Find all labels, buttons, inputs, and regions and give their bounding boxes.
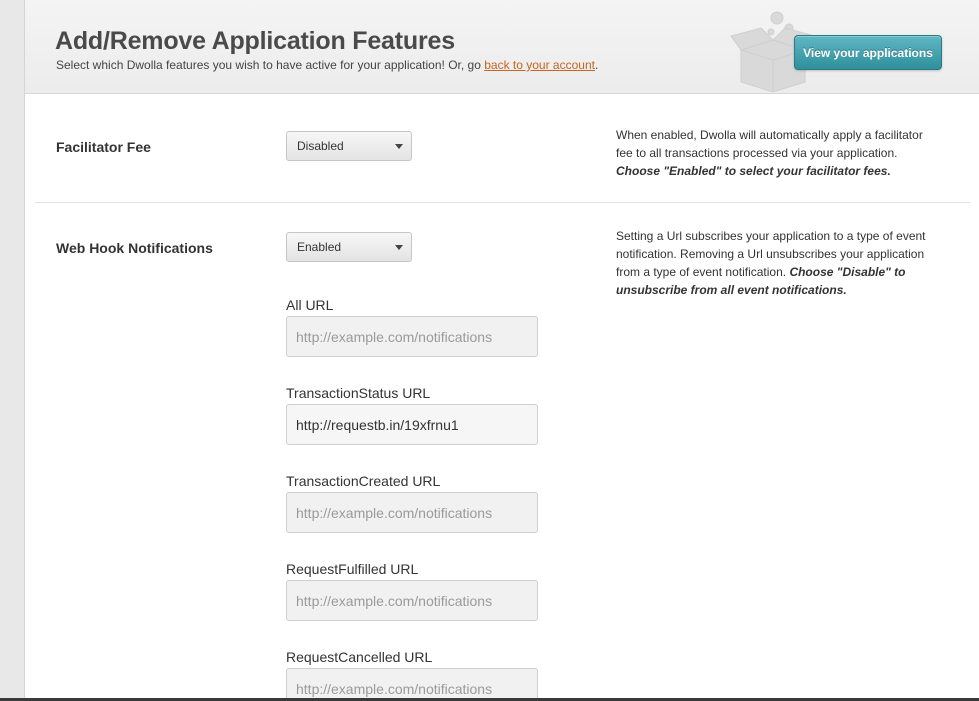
facilitator-desc-emphasis: Choose "Enabled" to select your facilita… (616, 164, 891, 178)
caret-down-icon (395, 245, 403, 250)
webhook-select-value: Enabled (297, 240, 342, 254)
transaction-created-url-label: TransactionCreated URL (286, 473, 441, 489)
all-url-input[interactable] (286, 316, 538, 357)
request-cancelled-url-label: RequestCancelled URL (286, 649, 433, 665)
row-divider (35, 202, 971, 203)
view-applications-button[interactable]: View your applications (794, 35, 942, 70)
page-subtitle: Select which Dwolla features you wish to… (56, 58, 598, 72)
facilitator-desc-text: When enabled, Dwolla will automatically … (616, 128, 923, 160)
page-header: Add/Remove Application Features Select w… (25, 0, 979, 94)
back-to-account-link[interactable]: back to your account (484, 58, 595, 72)
transaction-status-url-label: TransactionStatus URL (286, 385, 431, 401)
subtitle-end: . (594, 58, 599, 72)
webhook-notifications-select[interactable]: Enabled (286, 232, 412, 262)
request-fulfilled-url-label: RequestFulfilled URL (286, 561, 419, 577)
subtitle-text: Select which Dwolla features you wish to… (56, 58, 485, 72)
page-title: Add/Remove Application Features (55, 27, 455, 55)
transaction-status-url-input[interactable] (286, 404, 538, 445)
facilitator-fee-description: When enabled, Dwolla will automatically … (616, 126, 936, 180)
facilitator-fee-select-value: Disabled (297, 139, 344, 153)
features-card: Add/Remove Application Features Select w… (24, 0, 979, 701)
left-gutter (0, 0, 24, 701)
webhook-description: Setting a Url subscribes your applicatio… (616, 227, 936, 299)
all-url-label: All URL (286, 297, 334, 313)
request-fulfilled-url-input[interactable] (286, 580, 538, 621)
facilitator-fee-select[interactable]: Disabled (286, 131, 412, 161)
caret-down-icon (395, 144, 403, 149)
request-cancelled-url-input[interactable] (286, 668, 538, 701)
webhook-notifications-label: Web Hook Notifications (56, 240, 213, 256)
page: Add/Remove Application Features Select w… (0, 0, 979, 701)
transaction-created-url-input[interactable] (286, 492, 538, 533)
facilitator-fee-label: Facilitator Fee (56, 139, 151, 155)
